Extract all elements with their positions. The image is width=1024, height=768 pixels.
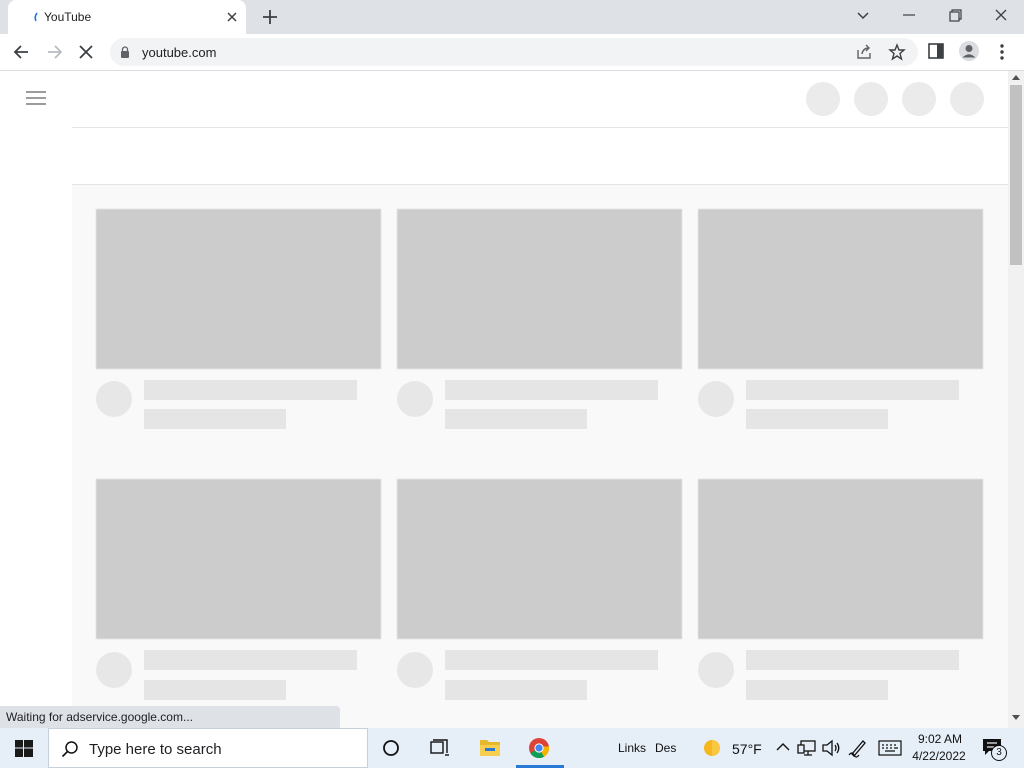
- desktop-toolbar-label[interactable]: Des: [655, 741, 676, 755]
- title-line-placeholder: [445, 650, 658, 670]
- close-window-icon[interactable]: [989, 5, 1013, 27]
- url-text: youtube.com: [142, 45, 217, 60]
- task-view-icon[interactable]: [430, 739, 450, 757]
- kebab-menu-icon[interactable]: [991, 41, 1013, 63]
- video-thumbnail-placeholder: [397, 209, 682, 369]
- channel-avatar-placeholder: [698, 381, 734, 417]
- taskbar-search-box[interactable]: Type here to search: [48, 728, 368, 768]
- weather-sun-icon[interactable]: [702, 738, 722, 758]
- network-icon[interactable]: [797, 739, 817, 757]
- title-line-placeholder: [746, 650, 959, 670]
- bookmark-star-icon[interactable]: [888, 43, 906, 61]
- address-bar[interactable]: youtube.com: [110, 38, 918, 66]
- meta-line-placeholder: [144, 409, 286, 429]
- header-placeholder-4: [950, 82, 984, 116]
- file-explorer-icon[interactable]: [479, 737, 501, 757]
- touch-keyboard-icon[interactable]: [878, 740, 902, 756]
- forward-icon[interactable]: [43, 41, 65, 63]
- meta-line-placeholder: [445, 680, 587, 700]
- minimize-icon[interactable]: [897, 5, 921, 27]
- weather-temperature[interactable]: 57°F: [732, 741, 762, 757]
- browser-toolbar: youtube.com: [0, 34, 1024, 71]
- windows-taskbar: Type here to search Links Des 57°F 9:02 …: [0, 728, 1024, 768]
- header-placeholder-3: [902, 82, 936, 116]
- cortana-icon[interactable]: [382, 739, 400, 757]
- channel-avatar-placeholder: [96, 381, 132, 417]
- notification-count-badge: 3: [991, 745, 1007, 761]
- new-tab-icon[interactable]: [260, 7, 280, 27]
- video-thumbnail-placeholder: [698, 479, 983, 639]
- title-line-placeholder: [144, 380, 357, 400]
- back-icon[interactable]: [11, 41, 33, 63]
- video-thumbnail-placeholder: [397, 479, 682, 639]
- youtube-header: [0, 71, 1008, 127]
- scroll-up-icon[interactable]: [1012, 74, 1020, 80]
- header-placeholder-1: [806, 82, 840, 116]
- meta-line-placeholder: [144, 680, 286, 700]
- loading-spinner-icon: [34, 12, 38, 22]
- channel-avatar-placeholder: [397, 652, 433, 688]
- scrollbar-thumb[interactable]: [1010, 85, 1022, 265]
- scroll-down-icon[interactable]: [1012, 715, 1020, 721]
- video-thumbnail-placeholder: [96, 209, 381, 369]
- restore-icon[interactable]: [943, 5, 967, 27]
- side-panel-icon[interactable]: [927, 42, 945, 60]
- search-placeholder: Type here to search: [89, 741, 222, 758]
- meta-line-placeholder: [746, 680, 888, 700]
- clock-date[interactable]: 4/22/2022: [910, 749, 968, 763]
- chrome-icon[interactable]: [528, 737, 550, 759]
- lock-icon[interactable]: [120, 46, 130, 58]
- meta-line-placeholder: [746, 409, 888, 429]
- pen-workspace-icon[interactable]: [848, 738, 868, 758]
- search-icon: [61, 741, 78, 758]
- channel-avatar-placeholder: [698, 652, 734, 688]
- page-scrollbar[interactable]: [1008, 71, 1024, 728]
- profile-icon[interactable]: [958, 40, 980, 62]
- header-placeholder-2: [854, 82, 888, 116]
- tab-title: YouTube: [44, 10, 92, 24]
- channel-avatar-placeholder: [397, 381, 433, 417]
- clock-time[interactable]: 9:02 AM: [916, 732, 964, 746]
- volume-icon[interactable]: [821, 739, 841, 757]
- title-line-placeholder: [746, 380, 959, 400]
- video-grid-skeleton: [72, 185, 1008, 728]
- links-toolbar-label[interactable]: Links: [618, 741, 646, 755]
- stop-loading-icon[interactable]: [75, 41, 97, 63]
- meta-line-placeholder: [445, 409, 587, 429]
- share-icon[interactable]: [856, 44, 872, 60]
- video-thumbnail-placeholder: [698, 209, 983, 369]
- windows-start-icon[interactable]: [15, 740, 33, 757]
- status-bubble: Waiting for adservice.google.com...: [0, 706, 340, 728]
- hamburger-menu-icon[interactable]: [26, 90, 46, 106]
- title-line-placeholder: [445, 380, 658, 400]
- tab-youtube[interactable]: YouTube: [8, 0, 246, 34]
- chevron-up-icon[interactable]: [776, 741, 790, 753]
- tab-strip: YouTube: [0, 0, 1024, 34]
- page-content: [0, 71, 1008, 728]
- tab-search-icon[interactable]: [851, 5, 875, 27]
- close-tab-icon[interactable]: [224, 9, 240, 25]
- status-text: Waiting for adservice.google.com...: [6, 710, 193, 724]
- channel-avatar-placeholder: [96, 652, 132, 688]
- chips-bar-placeholder: [72, 127, 1008, 185]
- title-line-placeholder: [144, 650, 357, 670]
- video-thumbnail-placeholder: [96, 479, 381, 639]
